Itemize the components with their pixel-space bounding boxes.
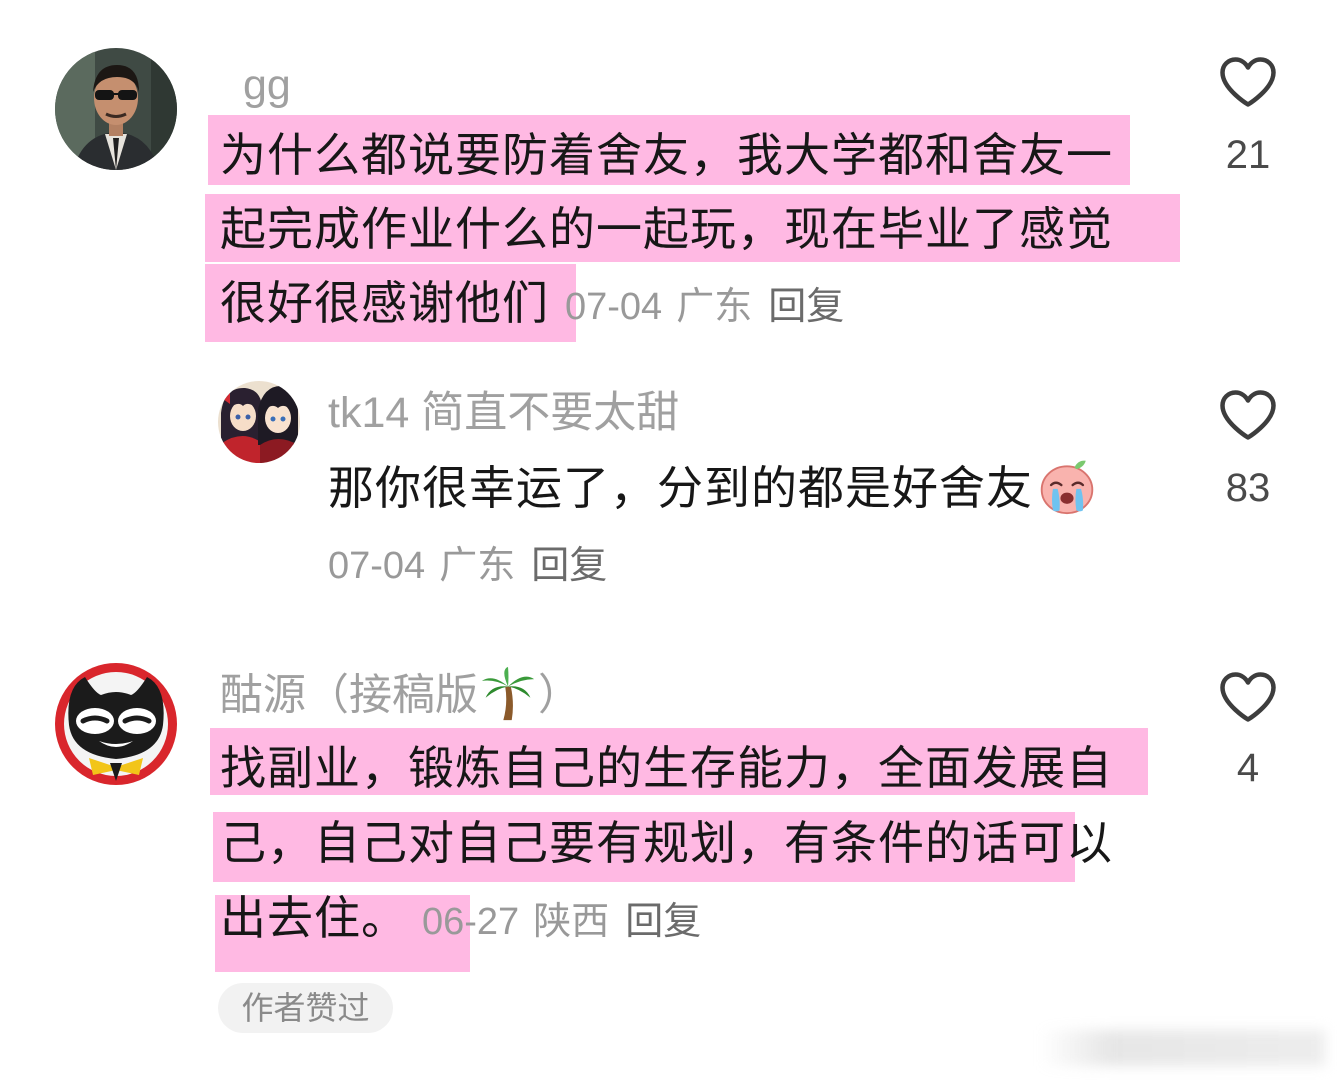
- comment-text-line-last: 很好很感谢他们 07-04 广东 回复: [220, 266, 1113, 340]
- comment-location: 广东: [676, 286, 753, 328]
- comment-location: 陕西: [533, 901, 610, 943]
- username-text: 酤源（接稿版: [220, 671, 478, 720]
- comment-meta: 06-27 陕西 回复: [422, 901, 701, 943]
- comment-text[interactable]: 找副业，锻炼自己的生存能力，全面发展自 己，自己对自己要有规划，有条件的话可以 …: [220, 731, 1113, 956]
- comment-text-line: 己，自己对自己要有规划，有条件的话可以: [220, 817, 1113, 869]
- comment-text-line: 找副业，锻炼自己的生存能力，全面发展自: [220, 742, 1113, 794]
- like-count: 21: [1225, 133, 1271, 177]
- reply-button[interactable]: 回复: [768, 286, 844, 328]
- avatar-anime-girls-icon[interactable]: [218, 381, 300, 463]
- comment-text-line-last: 出去住。 06-27 陕西 回复: [220, 881, 1113, 956]
- like-count: 83: [1225, 466, 1271, 510]
- reply-text[interactable]: 那你很幸运了，分到的都是好舍友: [328, 451, 1097, 525]
- palm-tree-emoji-icon: [480, 666, 536, 722]
- avatar-black-cat-icon[interactable]: [55, 663, 177, 785]
- comment-username[interactable]: 酤源（接稿版 ）: [220, 666, 581, 726]
- comment-text-line: 为什么都说要防着舍友，我大学都和舍友一: [220, 129, 1113, 181]
- comment-meta: 07-04 广东 回复: [565, 286, 844, 328]
- reply-meta: 07-04 广东 回复: [328, 545, 607, 587]
- reply-username[interactable]: tk14 简直不要太甜: [328, 390, 679, 436]
- comment-date: 07-04: [565, 286, 663, 328]
- heart-outline-icon[interactable]: [1219, 56, 1277, 108]
- comment-text-line: 起完成作业什么的一起玩，现在毕业了感觉: [220, 203, 1113, 255]
- username-text: ）: [538, 671, 581, 720]
- comment-username[interactable]: gg: [243, 62, 291, 108]
- reply-button[interactable]: 回复: [531, 545, 607, 587]
- reply-text-line: 那你很幸运了，分到的都是好舍友: [328, 451, 1097, 525]
- comment-text-line: 很好很感谢他们: [220, 277, 549, 329]
- comment-date: 06-27: [422, 901, 520, 943]
- heart-outline-icon[interactable]: [1219, 671, 1277, 723]
- comment-list: gg 为什么都说要防着舍友，我大学都和舍友一 起完成作业什么的一起玩，现在毕业了…: [0, 0, 1337, 1080]
- heart-outline-icon[interactable]: [1219, 389, 1277, 441]
- reply-location: 广东: [439, 545, 516, 587]
- reply-date: 07-04: [328, 545, 426, 587]
- crying-face-emoji-icon: [1037, 456, 1097, 516]
- author-liked-badge: 作者赞过: [218, 983, 393, 1033]
- comment-text-line: 出去住。: [220, 892, 408, 944]
- like-count: 4: [1236, 746, 1260, 790]
- avatar-man-sunglasses-icon[interactable]: [55, 48, 177, 170]
- reply-button[interactable]: 回复: [625, 901, 701, 943]
- reply-text-content: 那你很幸运了，分到的都是好舍友: [328, 462, 1033, 514]
- watermark: [1040, 1030, 1325, 1066]
- comment-text[interactable]: 为什么都说要防着舍友，我大学都和舍友一 起完成作业什么的一起玩，现在毕业了感觉 …: [220, 118, 1113, 340]
